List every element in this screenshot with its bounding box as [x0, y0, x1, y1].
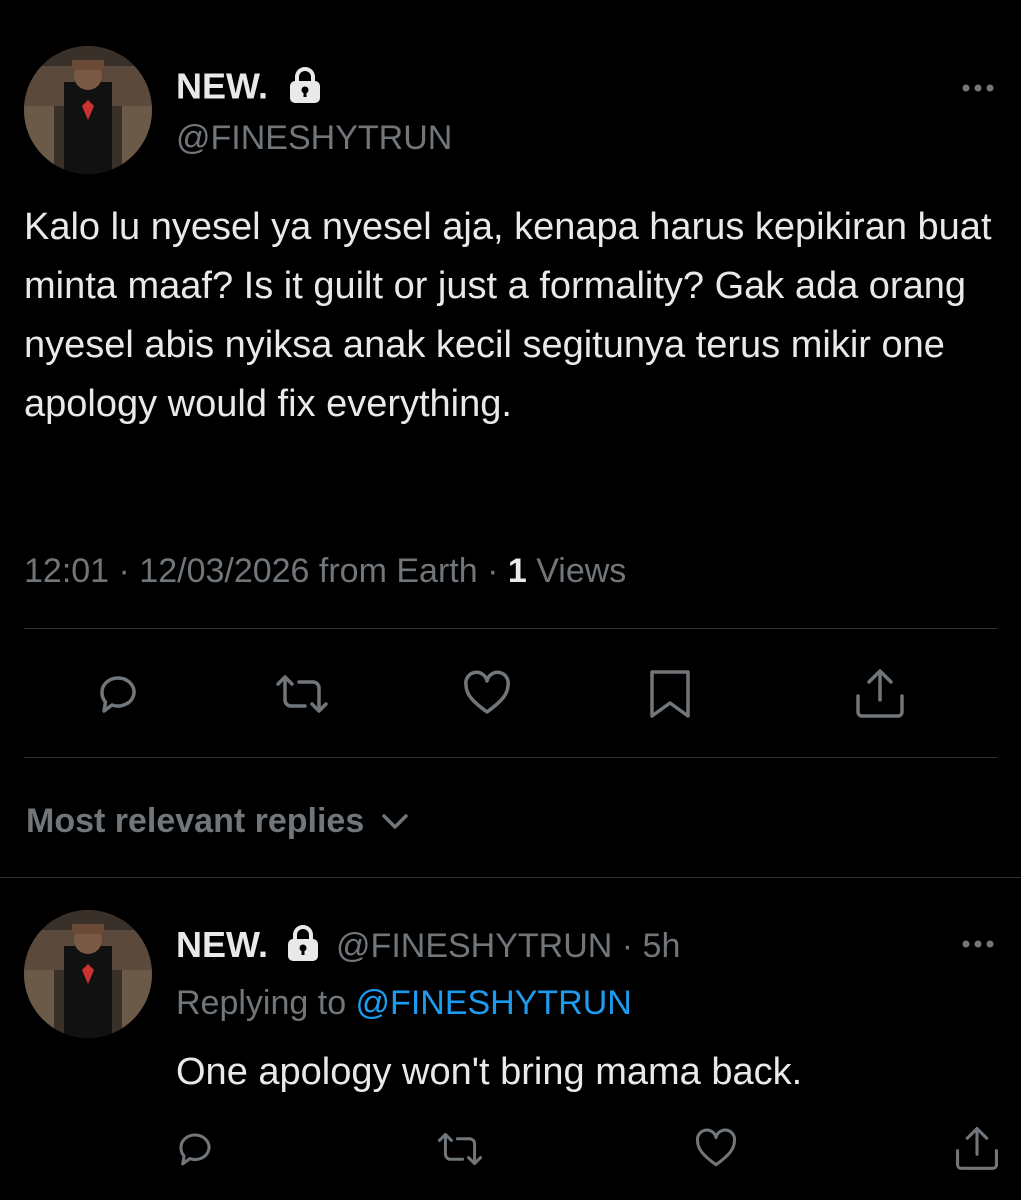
handle[interactable]: @FINESHYTRUN	[176, 118, 452, 158]
replying-to: Replying to @FINESHYTRUN	[176, 982, 632, 1024]
lock-icon	[286, 924, 320, 971]
lock-icon	[288, 66, 322, 112]
display-name-text[interactable]: NEW.	[176, 66, 268, 107]
avatar[interactable]	[24, 46, 152, 174]
retweet-icon[interactable]	[274, 670, 330, 723]
reply-heart-icon[interactable]	[694, 1128, 738, 1175]
share-icon[interactable]	[854, 666, 906, 725]
replies-sort-label[interactable]: Most relevant replies	[26, 802, 364, 840]
replies-sort-dropdown[interactable]: Most relevant replies	[26, 800, 410, 844]
more-options-icon[interactable]	[960, 78, 996, 98]
reply-more-options-icon[interactable]	[960, 934, 996, 954]
timestamp-location[interactable]: 12:01 · 12/03/2026 from Earth ·	[24, 552, 508, 590]
divider	[24, 757, 997, 758]
heart-icon[interactable]	[462, 670, 512, 723]
divider	[0, 877, 1021, 878]
bookmark-icon[interactable]	[648, 668, 692, 725]
views-count[interactable]: 1	[508, 552, 527, 590]
reply-header: NEW. @FINESHYTRUN · 5h	[176, 924, 680, 971]
display-name[interactable]: NEW.	[176, 66, 322, 112]
tweet-meta: 12:01 · 12/03/2026 from Earth · 1 Views	[24, 550, 626, 592]
reply-share-icon[interactable]	[954, 1124, 1000, 1177]
views-label[interactable]: Views	[527, 552, 626, 590]
reply-handle-time[interactable]: @FINESHYTRUN · 5h	[336, 927, 680, 965]
reply-icon[interactable]	[94, 670, 142, 723]
chevron-down-icon[interactable]	[380, 802, 410, 844]
reply-retweet-icon[interactable]	[436, 1128, 484, 1175]
reply-reply-icon[interactable]	[174, 1128, 216, 1175]
reply-avatar[interactable]	[24, 910, 152, 1038]
divider	[24, 628, 997, 629]
reply-display-name[interactable]: NEW.	[176, 924, 268, 965]
replying-to-label: Replying to	[176, 984, 356, 1022]
reply-text: One apology won't bring mama back.	[176, 1051, 803, 1093]
tweet-text: Kalo lu nyesel ya nyesel aja, kenapa har…	[24, 206, 1003, 425]
replying-to-handle-link[interactable]: @FINESHYTRUN	[356, 984, 632, 1022]
